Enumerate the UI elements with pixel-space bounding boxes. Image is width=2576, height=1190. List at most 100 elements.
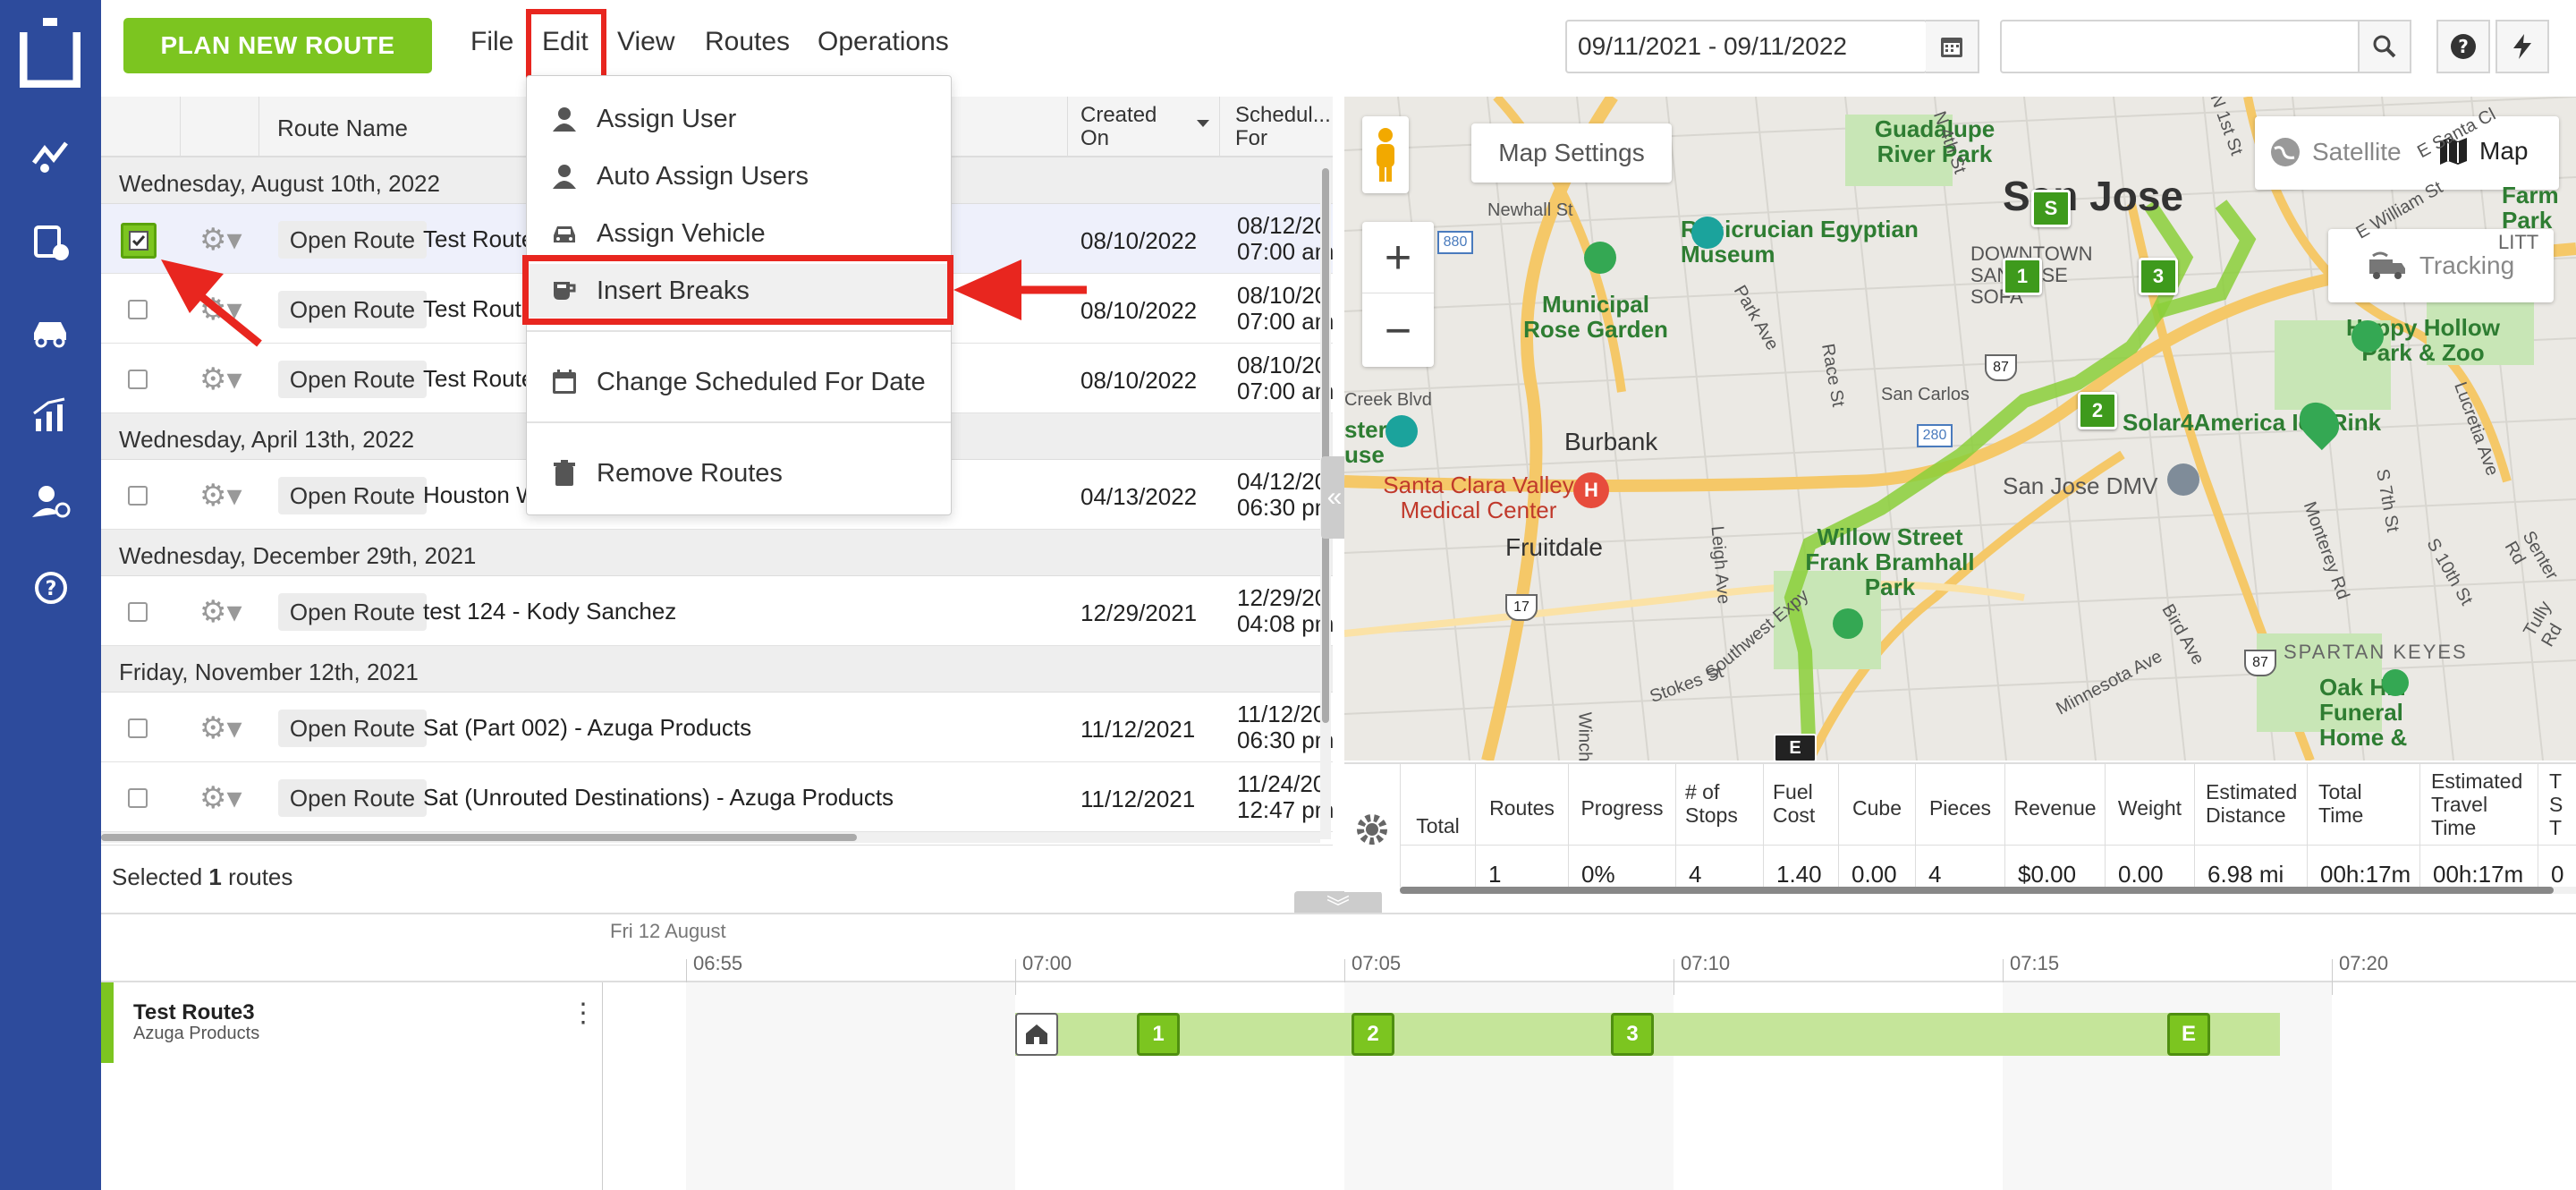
- depot-home-icon[interactable]: [1015, 1013, 1058, 1056]
- neighborhood-label: Fruitdale: [1505, 533, 1603, 561]
- street-label: Newhall St: [1487, 200, 1573, 220]
- map-settings-button[interactable]: Map Settings: [1471, 123, 1672, 183]
- search-input[interactable]: [2000, 20, 2360, 73]
- highway-shield-icon: 880: [1437, 231, 1473, 254]
- route-name: Test Route: [423, 225, 535, 252]
- user-settings-icon[interactable]: [27, 478, 75, 526]
- time-tick: 07:10: [1681, 952, 1731, 974]
- timeline-route-name[interactable]: Test Route3: [133, 1000, 255, 1025]
- table-row[interactable]: ⚙▾ Open Route test 124 - Kody Sanchez 12…: [101, 576, 1334, 646]
- quick-actions-button[interactable]: [2496, 20, 2549, 73]
- sort-desc-icon[interactable]: [1197, 120, 1209, 127]
- help-icon[interactable]: ?: [27, 564, 75, 612]
- row-checkbox[interactable]: [128, 788, 148, 808]
- stats-column: Routes 1: [1475, 764, 1568, 894]
- row-gear-icon[interactable]: ⚙▾: [199, 361, 242, 397]
- row-gear-icon[interactable]: ⚙▾: [199, 292, 242, 327]
- row-checkbox[interactable]: [128, 602, 148, 622]
- reports-icon[interactable]: [27, 392, 75, 440]
- timeline-stop[interactable]: 1: [1137, 1013, 1180, 1056]
- scheduled-for: 11/12/20 06:30 pm: [1237, 701, 1334, 753]
- park-icon: [2382, 669, 2409, 696]
- row-gear-icon[interactable]: ⚙▾: [199, 710, 242, 746]
- table-row[interactable]: ⚙▾ Open Route Sat (Part 002) - Azuga Pro…: [101, 693, 1334, 762]
- search-button[interactable]: [2358, 20, 2411, 73]
- row-checkbox[interactable]: [128, 718, 148, 738]
- selection-footer: Selected 1 routes: [101, 845, 1333, 902]
- menu-routes[interactable]: Routes: [705, 27, 790, 57]
- stats-column: T S T0: [2538, 764, 2576, 894]
- timeline-stop[interactable]: 2: [1352, 1013, 1394, 1056]
- row-gear-icon[interactable]: ⚙▾: [199, 594, 242, 630]
- row-gear-icon[interactable]: ⚙▾: [199, 780, 242, 816]
- map-pin-stop[interactable]: 3: [2139, 258, 2178, 295]
- place-label: Farm Park: [2502, 182, 2559, 234]
- map-pin-stop[interactable]: 2: [2078, 392, 2117, 429]
- map-pin-end[interactable]: E: [1774, 734, 1817, 761]
- menu-item-assign-vehicle[interactable]: Assign Vehicle: [527, 207, 951, 260]
- route-options-icon[interactable]: ⋮: [570, 1000, 597, 1043]
- open-route-button[interactable]: Open Route: [278, 221, 427, 259]
- route-name: Test Route: [423, 365, 535, 392]
- menu-item-auto-assign-users[interactable]: Auto Assign Users: [527, 149, 951, 203]
- highway-shield-icon: 280: [1917, 424, 1953, 447]
- scheduled-for: 12/29/20 04:08 pm: [1237, 585, 1334, 637]
- stats-column: Revenue $0.00: [2004, 764, 2105, 894]
- created-on: 08/10/2022: [1080, 367, 1198, 394]
- map-type-control: Satellite Map: [2255, 116, 2559, 190]
- menu-item-assign-user[interactable]: Assign User: [527, 92, 951, 146]
- highway-shield-icon: 87: [2244, 650, 2276, 676]
- plan-new-route-button[interactable]: PLAN NEW ROUTE: [123, 18, 432, 73]
- table-row[interactable]: ⚙▾ Open Route Sat (Unrouted Destinations…: [101, 762, 1334, 832]
- open-route-button[interactable]: Open Route: [278, 291, 427, 328]
- timeline-stop[interactable]: 3: [1611, 1013, 1654, 1056]
- menu-file[interactable]: File: [470, 27, 513, 57]
- time-tick: 06:55: [693, 952, 743, 974]
- menu-item-remove-routes[interactable]: Remove Routes: [527, 446, 951, 500]
- stats-column: Progress 0%: [1568, 764, 1675, 894]
- dispatch-icon[interactable]: [27, 132, 75, 181]
- hospital-icon: H: [1573, 472, 1609, 508]
- vehicles-icon[interactable]: [27, 306, 75, 354]
- satellite-toggle[interactable]: Satellite: [2269, 136, 2402, 168]
- menu-view[interactable]: View: [617, 27, 674, 57]
- map-pin-stop[interactable]: 1: [2003, 258, 2042, 295]
- horizontal-scrollbar[interactable]: [101, 832, 1320, 843]
- trash-icon: [554, 460, 575, 486]
- route-map[interactable]: Map Settings + − Satellite Map Tracking …: [1344, 97, 2576, 761]
- menu-item-change-scheduled-date[interactable]: Change Scheduled For Date: [527, 355, 951, 409]
- park-icon: [1833, 608, 1863, 639]
- zoom-in-button[interactable]: +: [1362, 222, 1434, 293]
- row-checkbox[interactable]: [128, 486, 148, 506]
- open-route-button[interactable]: Open Route: [278, 710, 427, 747]
- stats-settings-button[interactable]: [1344, 764, 1400, 894]
- row-checkbox[interactable]: [121, 223, 157, 259]
- highway-shield-icon: 17: [1505, 594, 1538, 621]
- open-route-button[interactable]: Open Route: [278, 779, 427, 817]
- tracking-truck-icon: [2368, 251, 2405, 279]
- street-view-pegman-icon[interactable]: [1362, 116, 1409, 193]
- date-range-input[interactable]: 09/11/2021 - 09/11/2022: [1565, 20, 1928, 73]
- zoom-out-button[interactable]: −: [1362, 295, 1434, 367]
- svg-text:?: ?: [2458, 36, 2469, 57]
- header-created-on[interactable]: Created On: [1080, 104, 1179, 150]
- edit-menu-highlight: [526, 9, 606, 81]
- row-checkbox[interactable]: [128, 370, 148, 389]
- header-route-name[interactable]: Route Name: [277, 115, 408, 142]
- map-pin-start[interactable]: S: [2031, 190, 2071, 227]
- timeline-stop[interactable]: E: [2167, 1013, 2210, 1056]
- header-scheduled-for[interactable]: Schedul... For: [1235, 104, 1334, 150]
- stats-scrollbar[interactable]: [1400, 887, 2576, 894]
- routes-icon[interactable]: [27, 220, 75, 268]
- open-route-button[interactable]: Open Route: [278, 593, 427, 631]
- open-route-button[interactable]: Open Route: [278, 477, 427, 514]
- open-route-button[interactable]: Open Route: [278, 361, 427, 398]
- help-button[interactable]: ?: [2436, 20, 2490, 73]
- app-logo[interactable]: [19, 18, 81, 89]
- route-name: Test Route: [423, 295, 535, 322]
- calendar-button[interactable]: [1926, 20, 1979, 73]
- row-gear-icon[interactable]: ⚙▾: [199, 222, 242, 258]
- row-gear-icon[interactable]: ⚙▾: [199, 478, 242, 514]
- menu-operations[interactable]: Operations: [818, 27, 949, 57]
- row-checkbox[interactable]: [128, 300, 148, 319]
